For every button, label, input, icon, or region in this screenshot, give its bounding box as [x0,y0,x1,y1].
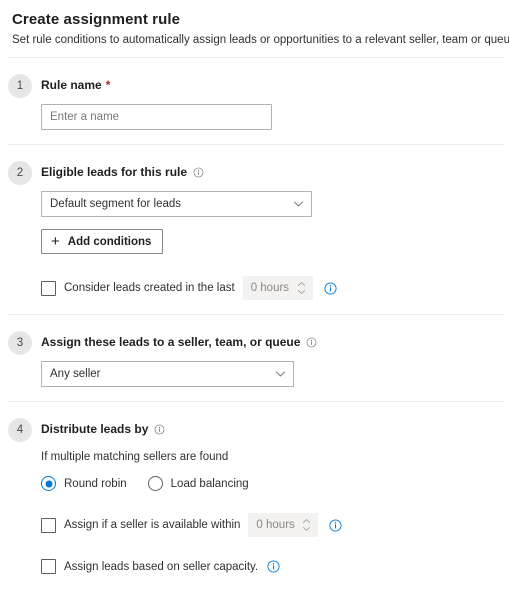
section-rule-name: 1 Rule name * [0,58,509,144]
section-distribute-leads: 4 Distribute leads by If multiple matchi… [0,402,509,588]
consider-leads-info-icon[interactable] [324,281,337,295]
seller-availability-hours-value: 0 hours [256,519,295,531]
eligible-leads-selected-value: Default segment for leads [50,198,182,210]
seller-capacity-checkbox[interactable] [41,559,56,574]
chevron-down-icon [303,527,311,531]
section-heading-distribute-leads: Distribute leads by [41,421,497,438]
seller-capacity-info-icon[interactable] [267,560,280,573]
chevron-up-icon [297,282,305,286]
consider-leads-checkbox[interactable] [41,280,56,296]
eligible-leads-dropdown[interactable]: Default segment for leads [41,191,312,217]
add-conditions-button[interactable]: + Add conditions [41,229,164,254]
required-asterisk: * [105,78,111,92]
round-robin-label: Round robin [64,477,127,490]
seller-availability-checkbox[interactable] [41,517,56,533]
chevron-down-icon [297,290,305,294]
page-header: Create assignment rule Set rule conditio… [0,0,509,57]
rule-name-input[interactable] [41,104,272,130]
step-badge-4: 4 [8,418,32,442]
stepper-arrows [302,519,311,532]
section-heading-label: Rule name [41,78,102,92]
add-conditions-label: Add conditions [67,235,152,248]
section-heading-eligible-leads: Eligible leads for this rule [41,164,497,181]
page-subtitle: Set rule conditions to automatically ass… [12,33,509,48]
section-heading-assign-to: Assign these leads to a seller, team, or… [41,334,497,351]
step-badge-2: 2 [8,161,32,185]
assignee-dropdown[interactable]: Any seller [41,361,294,387]
seller-availability-row: Assign if a seller is available within 0… [41,513,497,537]
info-circle-icon[interactable] [306,337,317,348]
seller-availability-info-icon[interactable] [329,518,342,532]
page-title: Create assignment rule [12,11,181,28]
consider-leads-label[interactable]: Consider leads created in the last [64,282,235,294]
seller-capacity-row: Assign leads based on seller capacity. [41,559,497,574]
seller-capacity-label[interactable]: Assign leads based on seller capacity. [64,561,258,573]
page-subtitle-text: Set rule conditions to automatically ass… [12,34,509,46]
step-badge-3: 3 [8,331,32,355]
consider-leads-hours-stepper[interactable]: 0 hours [242,276,313,300]
radio-option-load-balancing[interactable]: Load balancing [147,476,249,491]
radio-option-round-robin[interactable]: Round robin [41,476,127,491]
stepper-arrows [297,282,306,295]
step-badge-1: 1 [8,74,32,98]
load-balancing-radio[interactable] [147,476,163,491]
section-heading-label: Distribute leads by [41,422,149,436]
round-robin-radio[interactable] [41,476,56,491]
plus-icon: + [51,233,60,250]
section-heading-rule-name: Rule name * [41,77,497,94]
distribution-radio-group: Round robin Load balancing [41,476,497,491]
section-assign-to: 3 Assign these leads to a seller, team, … [0,315,509,401]
section-heading-label: Eligible leads for this rule [41,165,188,179]
consider-leads-row: Consider leads created in the last 0 hou… [41,276,497,300]
chevron-up-icon [303,519,311,523]
section-heading-label: Assign these leads to a seller, team, or… [41,335,301,349]
assignee-selected-value: Any seller [50,368,101,380]
chevron-down-icon [275,371,286,378]
seller-availability-label[interactable]: Assign if a seller is available within [64,519,240,531]
seller-availability-hours-stepper[interactable]: 0 hours [248,513,319,537]
distribute-note: If multiple matching sellers are found [41,451,229,463]
section-eligible-leads: 2 Eligible leads for this rule Default s… [0,145,509,314]
load-balancing-label: Load balancing [170,477,249,490]
info-circle-icon[interactable] [154,424,165,435]
chevron-down-icon [293,201,304,208]
consider-leads-hours-value: 0 hours [250,282,290,294]
info-circle-icon[interactable] [193,167,204,178]
